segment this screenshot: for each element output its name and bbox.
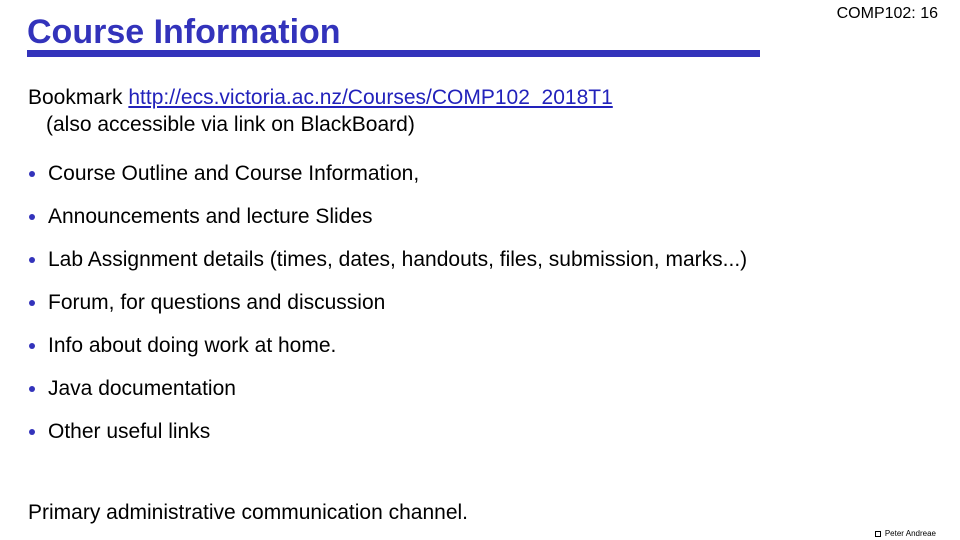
bullet-icon	[29, 170, 35, 177]
title-underline	[27, 50, 760, 57]
bullet-icon	[29, 342, 35, 349]
resource-list: Course Outline and Course Information, A…	[28, 152, 747, 453]
footer-statement: Primary administrative communication cha…	[28, 501, 469, 524]
list-item-text: Announcements and lecture Slides	[48, 205, 373, 228]
list-item: Forum, for questions and discussion	[28, 281, 747, 324]
list-item: Lab Assignment details (times, dates, ha…	[28, 238, 747, 281]
list-item-text: Forum, for questions and discussion	[48, 291, 386, 314]
list-item-text: Other useful links	[48, 420, 211, 443]
bullet-icon	[29, 428, 35, 435]
copyright-icon	[874, 530, 881, 537]
bookmark-line: Bookmark http://ecs.victoria.ac.nz/Cours…	[28, 85, 613, 111]
list-item-text: Course Outline and Course Information,	[48, 162, 420, 185]
bullet-icon	[29, 256, 35, 263]
bullet-icon	[29, 385, 35, 392]
list-item: Course Outline and Course Information,	[28, 152, 747, 195]
bullet-icon	[29, 213, 35, 220]
list-item-text: Info about doing work at home.	[48, 334, 337, 357]
list-item-text: Lab Assignment details (times, dates, ha…	[48, 248, 748, 271]
list-item-text: Java documentation	[48, 377, 236, 400]
slide-number: COMP102: 16	[836, 5, 938, 22]
list-item: Java documentation	[28, 367, 747, 410]
course-url-link[interactable]: http://ecs.victoria.ac.nz/Courses/COMP10…	[128, 86, 612, 109]
bookmark-note: (also accessible via link on BlackBoard)	[46, 113, 415, 136]
copyright-notice: Peter Andreae	[874, 529, 936, 538]
bookmark-label: Bookmark	[28, 86, 129, 109]
copyright-author: Peter Andreae	[884, 529, 936, 538]
list-item: Announcements and lecture Slides	[28, 195, 747, 238]
list-item: Other useful links	[28, 410, 747, 453]
list-item: Info about doing work at home.	[28, 324, 747, 367]
slide-title: Course Information	[27, 13, 341, 51]
bullet-icon	[29, 299, 35, 306]
